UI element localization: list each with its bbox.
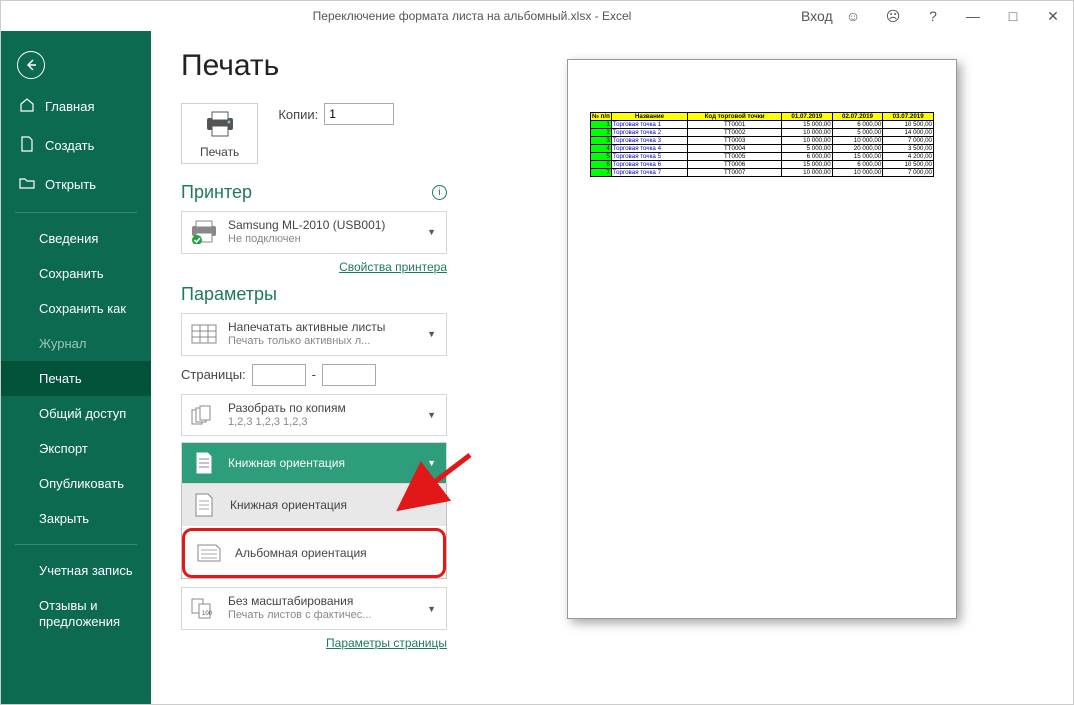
svg-text:100: 100 xyxy=(202,611,213,617)
sidebar-item-label: Отзывы и предложения xyxy=(39,598,133,629)
sidebar-item-feedback[interactable]: Отзывы и предложения xyxy=(1,588,151,639)
sidebar-item-label: Сохранить xyxy=(39,266,104,281)
preview-table: № п/пНазваниеКод торговой точки01.07.201… xyxy=(590,112,934,177)
face-sad-icon[interactable]: ☹ xyxy=(873,8,913,25)
sidebar-item-label: Сведения xyxy=(39,231,98,246)
sidebar-item-label: Учетная запись xyxy=(39,563,133,578)
portrait-icon xyxy=(188,450,220,476)
orientation-option-landscape[interactable]: Альбомная ориентация xyxy=(187,533,441,573)
sidebar-item-share[interactable]: Общий доступ xyxy=(1,396,151,431)
scale-icon: 100 xyxy=(188,598,220,620)
page-title: Печать xyxy=(181,49,447,83)
option-label: Книжная ориентация xyxy=(230,498,347,512)
sidebar-item-saveas[interactable]: Сохранить как xyxy=(1,291,151,326)
chevron-down-icon: ▼ xyxy=(427,227,440,237)
chevron-down-icon: ▼ xyxy=(427,329,440,339)
combo-title: Напечатать активные листы xyxy=(228,320,419,335)
combo-title: Книжная ориентация xyxy=(228,456,419,471)
combo-subtitle: Печать только активных л... xyxy=(228,335,419,349)
sidebar-item-label: Открыть xyxy=(45,177,96,192)
page-setup-link[interactable]: Параметры страницы xyxy=(181,636,447,650)
sidebar-item-label: Главная xyxy=(45,99,94,114)
print-what-select[interactable]: Напечатать активные листыПечать только а… xyxy=(181,313,447,356)
sidebar-item-label: Закрыть xyxy=(39,511,89,526)
sidebar-item-open[interactable]: Открыть xyxy=(1,165,151,204)
landscape-icon xyxy=(193,543,225,563)
titlebar: Переключение формата листа на альбомный.… xyxy=(1,1,1073,31)
chevron-down-icon: ▼ xyxy=(427,410,440,420)
printer-select[interactable]: Samsung ML-2010 (USB001) Не подключен ▼ xyxy=(181,211,447,254)
new-icon xyxy=(19,136,35,155)
close-button[interactable]: ✕ xyxy=(1033,8,1073,25)
orientation-dropdown: Книжная ориентация Альбомная ориентация xyxy=(181,483,447,579)
orientation-option-portrait[interactable]: Книжная ориентация xyxy=(182,484,446,526)
printer-heading: Принтер xyxy=(181,182,252,203)
params-heading: Параметры xyxy=(181,284,277,305)
sheets-icon xyxy=(188,324,220,344)
collate-icon xyxy=(188,405,220,425)
sidebar-item-account[interactable]: Учетная запись xyxy=(1,553,151,588)
chevron-down-icon: ▼ xyxy=(427,458,440,468)
sidebar-item-label: Экспорт xyxy=(39,441,88,456)
help-icon[interactable]: ? xyxy=(913,8,953,24)
print-button[interactable]: Печать xyxy=(181,103,258,164)
pages-sep: - xyxy=(312,367,316,382)
sidebar-item-save[interactable]: Сохранить xyxy=(1,256,151,291)
pages-label: Страницы: xyxy=(181,367,246,382)
printer-status-icon xyxy=(188,220,220,244)
sidebar-item-publish[interactable]: Опубликовать xyxy=(1,466,151,501)
backstage-sidebar: Главная Создать Открыть Сведения Сохрани… xyxy=(1,31,151,704)
face-smile-icon[interactable]: ☺ xyxy=(833,8,873,24)
printer-properties-link[interactable]: Свойства принтера xyxy=(181,260,447,274)
maximize-button[interactable]: □ xyxy=(993,8,1033,24)
home-icon xyxy=(19,97,35,116)
combo-subtitle: 1,2,3 1,2,3 1,2,3 xyxy=(228,416,419,430)
info-icon[interactable]: i xyxy=(432,185,447,200)
copies-input[interactable] xyxy=(324,103,394,125)
combo-subtitle: Печать листов с фактичес... xyxy=(228,609,419,623)
printer-name: Samsung ML-2010 (USB001) xyxy=(228,218,419,233)
printer-status: Не подключен xyxy=(228,233,419,247)
orientation-select[interactable]: Книжная ориентация ▼ xyxy=(181,442,447,484)
print-preview: № п/пНазваниеКод торговой точки01.07.201… xyxy=(461,31,1073,704)
open-icon xyxy=(19,175,35,194)
sidebar-item-close[interactable]: Закрыть xyxy=(1,501,151,536)
option-label: Альбомная ориентация xyxy=(235,546,367,560)
sidebar-item-label: Журнал xyxy=(39,336,86,351)
sidebar-item-label: Сохранить как xyxy=(39,301,126,316)
sidebar-item-create[interactable]: Создать xyxy=(1,126,151,165)
copies-label: Копии: xyxy=(278,107,318,122)
login-link[interactable]: Вход xyxy=(793,8,833,24)
chevron-down-icon: ▼ xyxy=(427,604,440,614)
sidebar-item-home[interactable]: Главная xyxy=(1,87,151,126)
highlight-annotation: Альбомная ориентация xyxy=(182,528,446,578)
window-title: Переключение формата листа на альбомный.… xyxy=(151,9,793,23)
preview-page: № п/пНазваниеКод торговой точки01.07.201… xyxy=(567,59,957,619)
scaling-select[interactable]: 100 Без масштабированияПечать листов с ф… xyxy=(181,587,447,630)
pages-from-input[interactable] xyxy=(252,364,306,386)
print-button-label: Печать xyxy=(200,145,239,159)
sidebar-item-print[interactable]: Печать xyxy=(1,361,151,396)
sidebar-item-label: Общий доступ xyxy=(39,406,126,421)
pages-to-input[interactable] xyxy=(322,364,376,386)
print-panel: Печать Печать Копии: Принтер xyxy=(151,31,461,704)
sidebar-item-label: Опубликовать xyxy=(39,476,124,491)
collate-select[interactable]: Разобрать по копиям1,2,3 1,2,3 1,2,3 ▼ xyxy=(181,394,447,437)
sidebar-item-label: Создать xyxy=(45,138,94,153)
portrait-icon xyxy=(188,492,220,518)
sidebar-item-label: Печать xyxy=(39,371,82,386)
combo-title: Без масштабирования xyxy=(228,594,419,609)
sidebar-item-export[interactable]: Экспорт xyxy=(1,431,151,466)
sidebar-item-history[interactable]: Журнал xyxy=(1,326,151,361)
printer-icon xyxy=(203,110,237,138)
combo-title: Разобрать по копиям xyxy=(228,401,419,416)
minimize-button[interactable]: — xyxy=(953,8,993,24)
back-button[interactable] xyxy=(1,43,151,87)
sidebar-item-info[interactable]: Сведения xyxy=(1,221,151,256)
